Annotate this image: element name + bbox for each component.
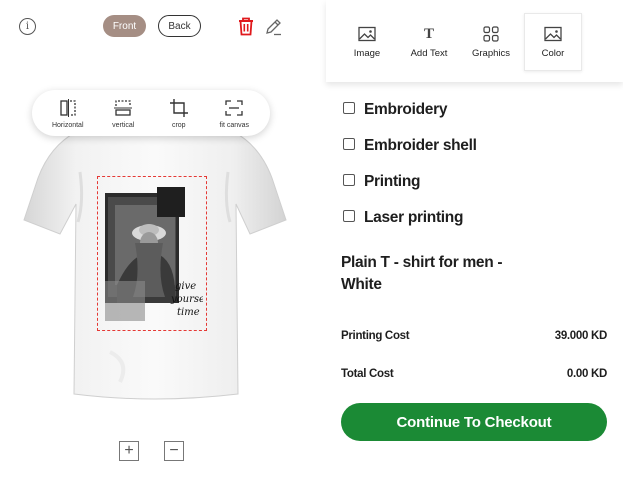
option-label: Printing [364,173,421,190]
flip-vertical-tool[interactable]: vertical [97,98,149,129]
transform-toolbar: Horizontal vertical crop fit canvas [32,90,270,136]
flip-horizontal-icon [60,98,76,117]
fit-canvas-tool[interactable]: fit canvas [208,98,260,129]
option-embroidery[interactable]: Embroidery [343,92,477,128]
tab-graphics[interactable]: Graphics [462,13,520,71]
print-method-options: Embroidery Embroider shell Printing Lase… [343,92,477,236]
pencil-icon[interactable] [264,17,283,36]
printing-cost-value: 39.000 KD [554,330,608,342]
checkbox[interactable] [343,210,355,222]
product-title-line: White [341,276,382,293]
checkbox[interactable] [343,138,355,150]
crop-tool[interactable]: crop [153,98,205,129]
trash-icon[interactable] [237,16,255,36]
product-title: Plain T - shirt for men - White [341,252,531,296]
back-side-button[interactable]: Back [158,15,201,37]
minus-icon[interactable]: − [164,441,184,461]
plus-icon[interactable]: + [119,441,139,461]
design-selection-box[interactable] [97,176,207,331]
tab-label: Color [541,47,565,59]
flip-vertical-icon [114,99,133,116]
option-label: Embroider shell [364,137,477,154]
tab-color[interactable]: Color [524,13,582,71]
printing-cost-label: Printing Cost [341,330,410,342]
tab-label: Graphics [471,47,510,59]
design-editor: i Front Back give yours time Horizontal … [0,0,310,478]
color-icon [544,26,562,41]
tool-label: vertical [112,121,135,129]
front-side-button[interactable]: Front [103,15,146,37]
continue-to-checkout-button[interactable]: Continue To Checkout [341,403,607,441]
tool-label: Horizontal [51,121,84,129]
text-icon: T [423,25,434,42]
option-printing[interactable]: Printing [343,164,477,200]
image-icon [358,26,376,41]
printing-cost-row: Printing Cost 39.000 KD [341,330,607,342]
total-cost-value: 0.00 KD [566,368,607,380]
checkbox[interactable] [343,102,355,114]
crop-icon [169,98,188,117]
checkbox[interactable] [343,174,355,186]
total-cost-row: Total Cost 0.00 KD [341,368,607,380]
tab-label: Add Text [410,47,448,59]
option-label: Laser printing [364,209,464,226]
tool-label: crop [171,121,186,129]
option-embroider-shell[interactable]: Embroider shell [343,128,477,164]
option-laser-printing[interactable]: Laser printing [343,200,477,236]
product-options-panel: Image T Add Text Graphics Color Embroide… [326,0,623,478]
fit-canvas-icon [225,99,243,116]
tab-image[interactable]: Image [338,13,396,71]
info-icon[interactable]: i [19,18,36,35]
tab-add-text[interactable]: T Add Text [400,13,458,71]
flip-horizontal-tool[interactable]: Horizontal [42,98,94,129]
graphics-icon [483,25,499,42]
tool-label: fit canvas [219,121,250,129]
option-label: Embroidery [364,101,448,118]
tool-tabs: Image T Add Text Graphics Color [326,0,623,82]
total-cost-label: Total Cost [341,368,394,380]
tab-label: Image [353,47,381,59]
product-title-line: Plain T - shirt for men - [341,254,503,271]
